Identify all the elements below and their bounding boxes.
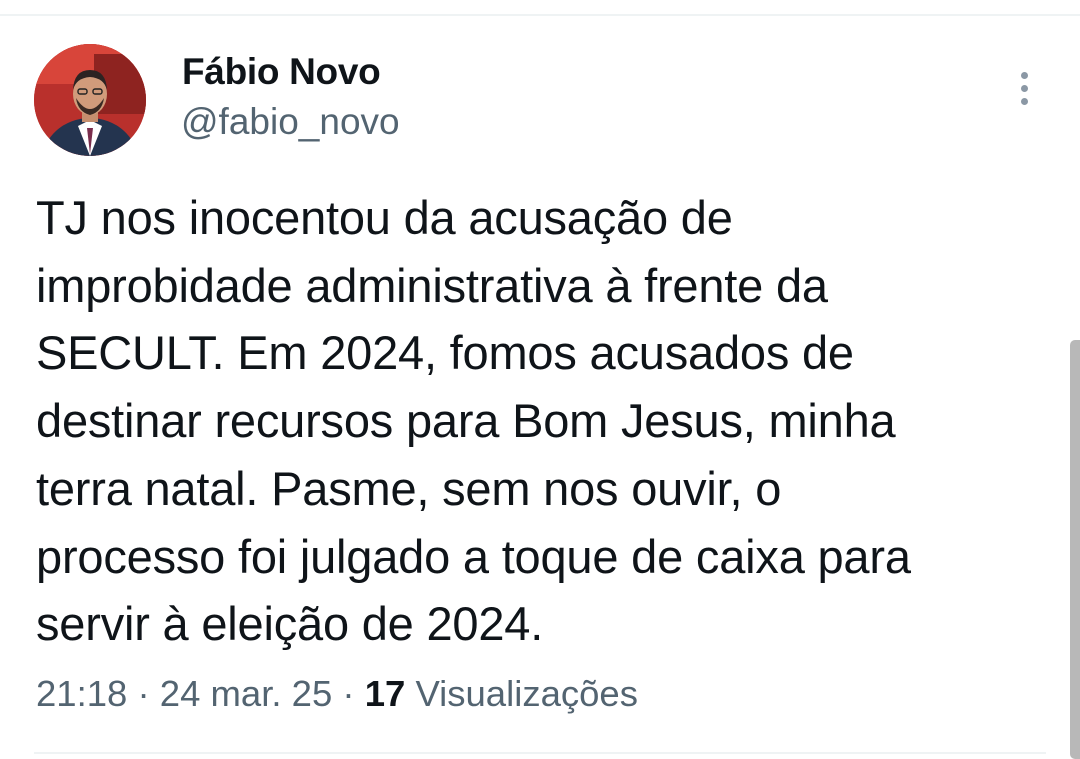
more-vertical-icon-dot (1020, 97, 1028, 105)
author-handle[interactable]: @fabio_novo (181, 100, 400, 144)
more-vertical-icon-dot (1020, 84, 1028, 92)
meta-separator: · (332, 673, 365, 714)
avatar[interactable] (34, 44, 146, 156)
more-options-button[interactable] (1004, 66, 1044, 110)
bottom-divider (34, 752, 1046, 754)
tweet-meta: 21:18 · 24 mar. 25 · 17 Visualizações (36, 670, 638, 718)
tweet-date[interactable]: 24 mar. 25 (160, 673, 332, 714)
views-label[interactable]: Visualizações (415, 673, 638, 714)
meta-separator: · (127, 673, 160, 714)
views-count[interactable]: 17 (365, 673, 406, 714)
top-divider (0, 14, 1080, 16)
author-name[interactable]: Fábio Novo (182, 50, 381, 94)
scrollbar[interactable] (1070, 340, 1080, 759)
more-vertical-icon (1020, 71, 1028, 79)
profile-photo-icon (34, 44, 146, 156)
tweet-text: TJ nos inocentou da acusação de improbid… (36, 191, 911, 651)
tweet-time[interactable]: 21:18 (36, 673, 127, 714)
